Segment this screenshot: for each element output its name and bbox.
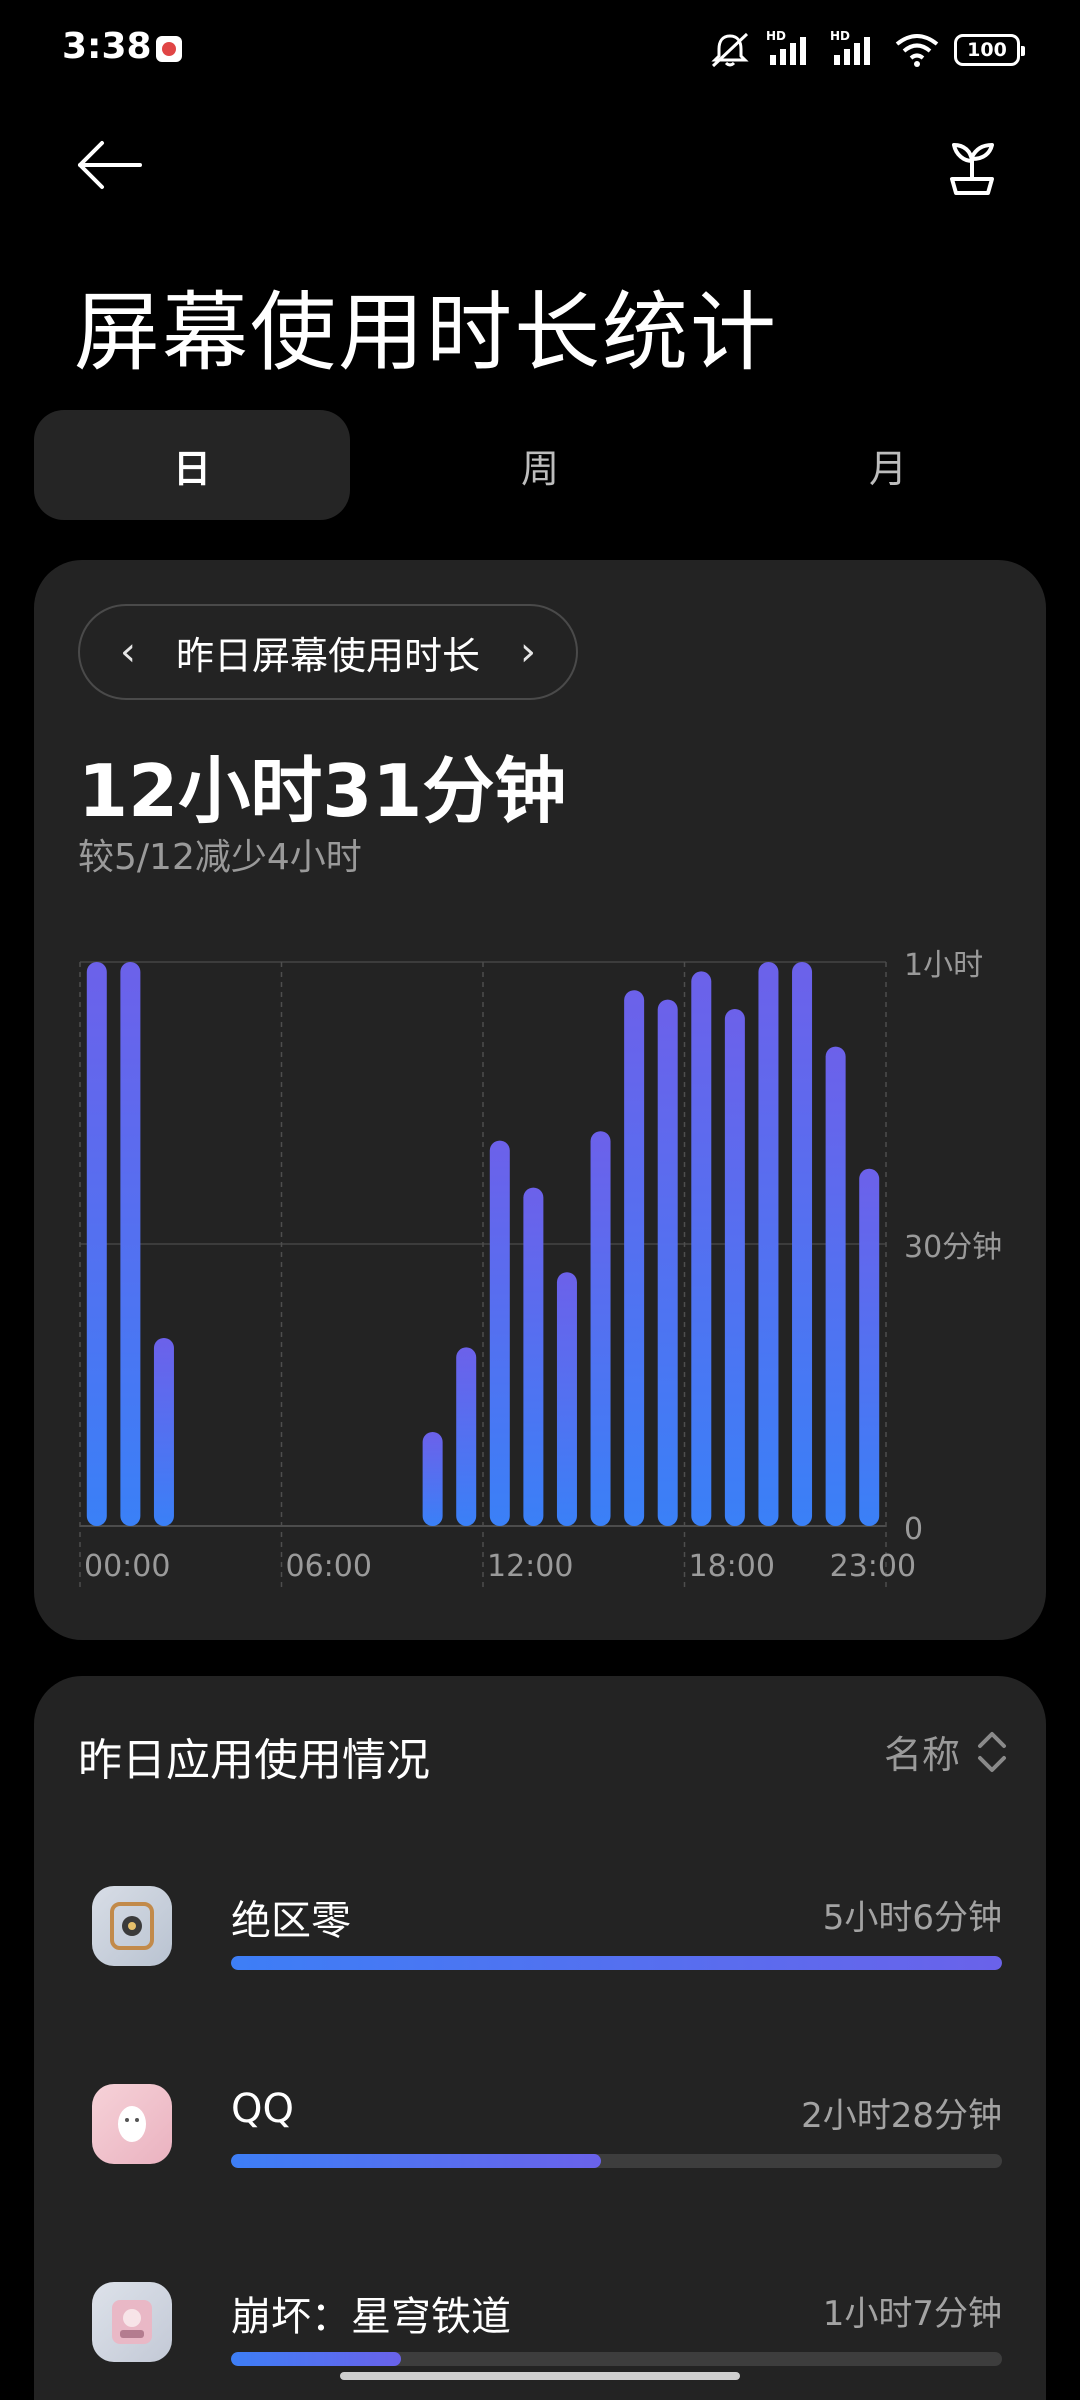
chart-bar[interactable]: [825, 1046, 846, 1526]
sort-label: 名称: [883, 1733, 960, 1777]
app-name: 崩坏：星穹铁道: [231, 2294, 511, 2340]
y-tick-label: 30分钟: [904, 1230, 1002, 1265]
x-tick-label: 18:00: [689, 1549, 775, 1584]
sprout-icon: [950, 143, 994, 195]
app-usage-card: 昨日应用使用情况 名称 绝区零 5小时6分钟 QQ 2小时28分钟 崩坏：星穹铁…: [34, 1676, 1046, 2400]
back-button[interactable]: [70, 135, 150, 195]
back-arrow-icon: [78, 141, 142, 189]
chart-bar[interactable]: [724, 1009, 745, 1526]
chart-bar[interactable]: [859, 1168, 880, 1526]
chart-bar[interactable]: [489, 1140, 510, 1526]
chart-bar[interactable]: [691, 971, 712, 1526]
wellbeing-button[interactable]: [940, 135, 1004, 199]
y-tick-label: 0: [904, 1512, 923, 1547]
usage-bar-fill: [231, 1956, 1002, 1970]
chart-bar[interactable]: [657, 999, 678, 1526]
usage-bar: [231, 2154, 1002, 2168]
chart-bar[interactable]: [456, 1347, 477, 1526]
x-tick-label: 00:00: [84, 1549, 170, 1584]
tab-day[interactable]: 日: [34, 410, 350, 520]
battery-indicator: 100: [954, 34, 1025, 66]
app-row[interactable]: QQ 2小时28分钟: [34, 2084, 1046, 2224]
chart-bar[interactable]: [120, 962, 141, 1526]
y-tick-label: 1小时: [904, 948, 983, 983]
chart-bar[interactable]: [523, 1187, 544, 1526]
chart-bar[interactable]: [153, 1338, 174, 1526]
app-duration: 2小时28分钟: [801, 2096, 1002, 2136]
wifi-icon: [895, 34, 939, 67]
app-row[interactable]: 绝区零 5小时6分钟: [34, 1886, 1046, 2026]
zenless-zone-zero-app-icon: [92, 1886, 172, 1966]
x-tick-label: 12:00: [487, 1549, 573, 1584]
chart-bar[interactable]: [422, 1432, 443, 1526]
chart-bar[interactable]: [86, 962, 107, 1526]
app-usage-title: 昨日应用使用情况: [78, 1735, 430, 1786]
page-title: 屏幕使用时长统计: [74, 283, 778, 383]
sort-button[interactable]: 名称: [884, 1724, 1008, 1779]
app-duration: 1小时7分钟: [822, 2294, 1002, 2334]
app-notification-icon: [156, 36, 182, 62]
status-time: 3:38: [62, 26, 152, 67]
usage-bar: [231, 1956, 1002, 1970]
usage-bar-fill: [231, 2352, 401, 2366]
app-name: QQ: [231, 2086, 294, 2132]
app-row[interactable]: 崩坏：星穹铁道 1小时7分钟: [34, 2282, 1046, 2400]
chart-bar[interactable]: [624, 990, 645, 1526]
status-icons: HD HD 100: [708, 29, 1025, 70]
x-tick-label: 23:00: [830, 1549, 916, 1584]
status-bar: 3:38 HD HD 100: [0, 0, 1080, 100]
honkai-star-rail-app-icon: [92, 2282, 172, 2362]
app-duration: 5小时6分钟: [822, 1898, 1002, 1938]
chart-bar[interactable]: [792, 962, 813, 1526]
chart-bar[interactable]: [590, 1131, 611, 1526]
qq-app-icon: [92, 2084, 172, 2164]
mute-icon: [711, 32, 749, 68]
period-tabs: 日 周 月: [34, 410, 1046, 520]
signal-hd-icon: HD: [766, 29, 816, 67]
app-name: 绝区零: [231, 1898, 351, 1944]
sort-chevrons-icon: [978, 1731, 1006, 1772]
tab-week[interactable]: 周: [382, 410, 698, 520]
chart-bar[interactable]: [758, 962, 779, 1526]
usage-bar: [231, 2352, 1002, 2366]
home-indicator[interactable]: [340, 2372, 740, 2380]
signal-hd-icon: HD: [830, 29, 880, 67]
tab-month[interactable]: 月: [730, 410, 1046, 520]
chart-bar[interactable]: [556, 1272, 577, 1526]
x-tick-label: 06:00: [286, 1549, 372, 1584]
battery-level: 100: [967, 39, 1007, 61]
hourly-usage-chart: 0 30分钟 1小时 00:00 06:00 12:00 18:00 23:00: [79, 948, 1002, 1588]
usage-bar-fill: [231, 2154, 602, 2168]
screen-time-card: ‹ 昨日屏幕使用时长 › 12小时31分钟 较5/12减少4小时 0 30分钟 1小…: [34, 560, 1046, 1640]
